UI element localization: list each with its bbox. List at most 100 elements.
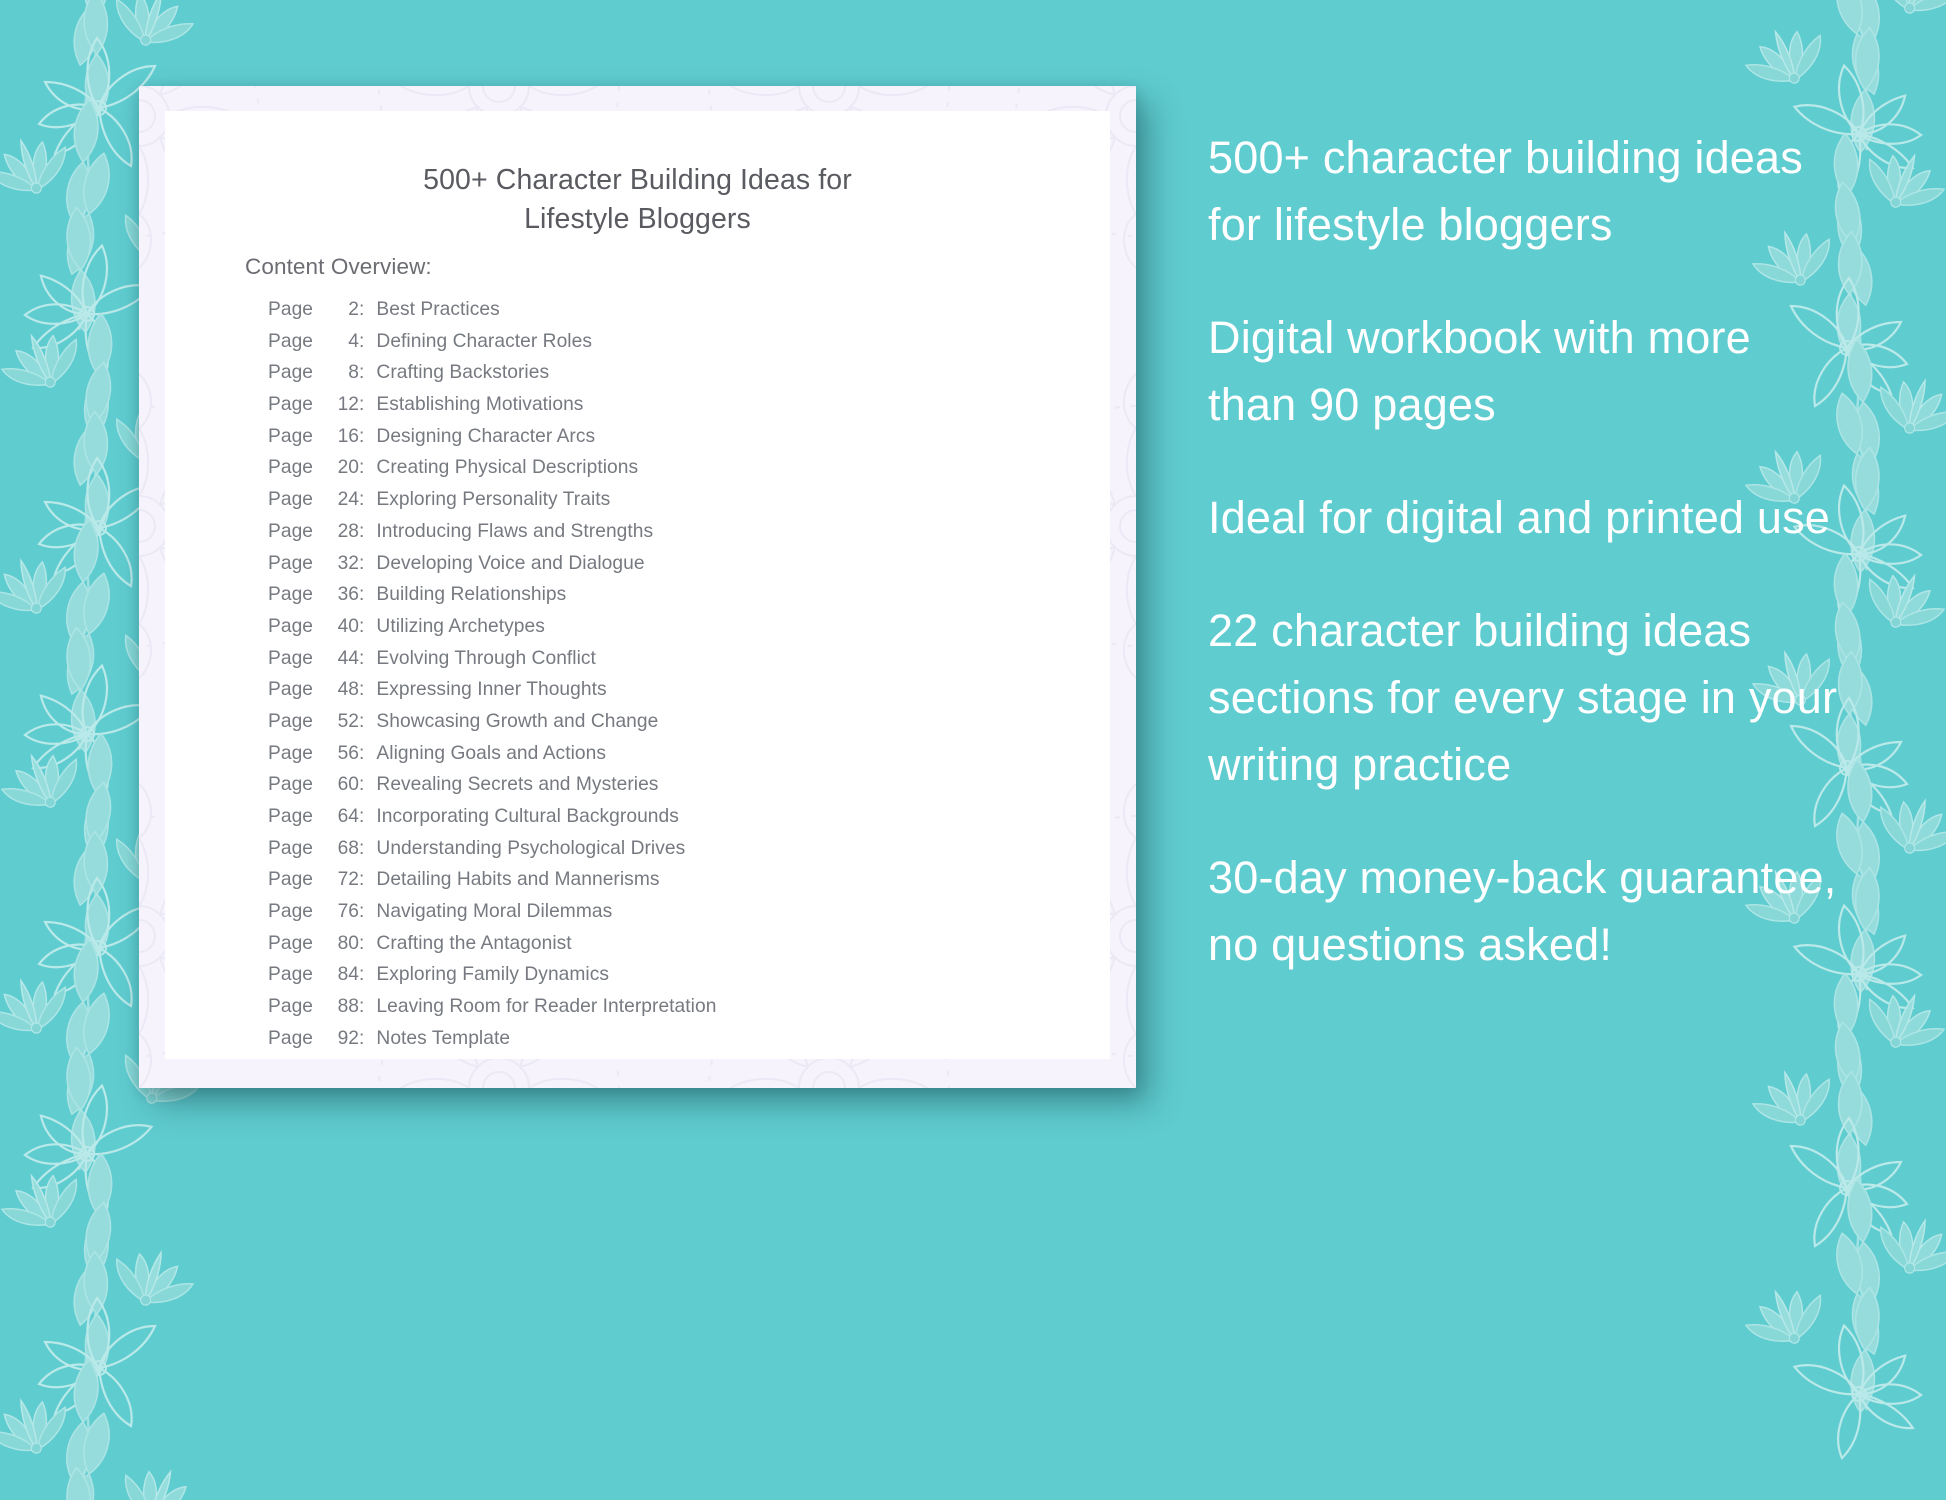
- toc-page-word: Page: [268, 457, 314, 479]
- toc-page-number: 12: [337, 394, 360, 416]
- toc-row[interactable]: Page 24: Exploring Personality Traits: [268, 489, 1088, 521]
- toc-page-word: Page: [268, 299, 314, 320]
- marketing-bullet-column: 500+ character building ideas for lifest…: [1208, 124, 1848, 978]
- toc-section-title: Crafting Backstories: [376, 362, 550, 384]
- toc-row[interactable]: Page 48: Expressing Inner Thoughts: [268, 679, 1088, 711]
- toc-section-title: Revealing Secrets and Mysteries: [376, 774, 659, 796]
- marketing-bullet: 30-day money-back guarantee, no question…: [1208, 852, 1837, 970]
- toc-page-word: Page: [268, 806, 314, 827]
- toc-page-word: Page: [268, 996, 314, 1018]
- toc-row[interactable]: Page 72: Detailing Habits and Mannerisms: [268, 869, 1088, 901]
- toc-page-word: Page: [268, 774, 314, 796]
- document-page: 500+ Character Building Ideas for Lifest…: [165, 111, 1110, 1059]
- toc-separator: :: [359, 837, 365, 859]
- toc-row[interactable]: Page 44: Evolving Through Conflict: [268, 648, 1088, 680]
- toc-row[interactable]: Page 20: Creating Physical Descriptions: [268, 457, 1088, 489]
- toc-row[interactable]: Page 60: Revealing Secrets and Mysteries: [268, 774, 1088, 806]
- marketing-bullet: 500+ character building ideas for lifest…: [1208, 132, 1803, 250]
- toc-page-word: Page: [268, 710, 314, 732]
- toc-section-title: Leaving Room for Reader Interpretation: [376, 996, 717, 1018]
- toc-page-number: 92: [337, 1027, 360, 1049]
- toc-page-word: Page: [268, 869, 314, 891]
- toc-section-title: Aligning Goals and Actions: [376, 742, 606, 764]
- toc-row[interactable]: Page 52: Showcasing Growth and Change: [268, 711, 1088, 743]
- toc-section-title: Crafting the Antagonist: [376, 932, 572, 954]
- toc-page-word: Page: [268, 552, 314, 574]
- toc-separator: :: [359, 330, 365, 352]
- toc-separator: :: [359, 806, 365, 827]
- toc-page-word: Page: [268, 584, 314, 606]
- toc-row[interactable]: Page 36: Building Relationships: [268, 584, 1088, 616]
- toc-section-title: Navigating Moral Dilemmas: [376, 901, 613, 923]
- toc-section-title: Establishing Motivations: [376, 394, 584, 416]
- toc-row[interactable]: Page 12: Establishing Motivations: [268, 394, 1088, 426]
- toc-page-word: Page: [268, 394, 314, 416]
- toc-page-number: 88: [337, 996, 360, 1018]
- toc-row[interactable]: Page 64: Incorporating Cultural Background…: [268, 806, 1088, 838]
- content-overview-label: Content Overview:: [245, 254, 432, 279]
- toc-separator: :: [359, 964, 365, 986]
- toc-separator: :: [359, 1027, 365, 1049]
- toc-page-number: 68: [337, 837, 360, 859]
- document-preview-card[interactable]: 500+ Character Building Ideas for Lifest…: [139, 86, 1136, 1088]
- toc-page-word: Page: [268, 837, 314, 859]
- marketing-bullet: Digital workbook with more than 90 pages: [1208, 312, 1751, 430]
- toc-row[interactable]: Page 16: Designing Character Arcs: [268, 426, 1088, 458]
- toc-separator: :: [359, 299, 365, 320]
- toc-section-title: Detailing Habits and Mannerisms: [376, 869, 660, 891]
- toc-page-number: 28: [337, 520, 360, 542]
- toc-separator: :: [359, 520, 365, 542]
- toc-page-word: Page: [268, 901, 314, 923]
- toc-row[interactable]: Page 68: Understanding Psychological Drive…: [268, 838, 1088, 870]
- page-title: 500+ Character Building Ideas for Lifest…: [423, 164, 852, 235]
- table-of-contents-list: Page 2: Best Practices Page 4: Defining Chara…: [268, 299, 1088, 1059]
- toc-row[interactable]: Page 2: Best Practices: [268, 299, 1088, 331]
- marketing-bullet: Ideal for digital and printed use: [1208, 492, 1831, 543]
- toc-page-number: 60: [337, 774, 360, 796]
- toc-separator: :: [359, 774, 365, 796]
- toc-section-title: Notes Template: [376, 1027, 511, 1049]
- toc-section-title: Introducing Flaws and Strengths: [376, 520, 654, 542]
- toc-page-number: 32: [337, 552, 360, 574]
- toc-page-number: 76: [337, 901, 360, 923]
- toc-row[interactable]: Page 76: Navigating Moral Dilemmas: [268, 901, 1088, 933]
- toc-row[interactable]: Page 28: Introducing Flaws and Strengths: [268, 521, 1088, 553]
- toc-section-title: Creating Physical Descriptions: [376, 457, 639, 479]
- toc-section-title: Incorporating Cultural Backgrounds: [376, 806, 679, 827]
- toc-section-title: Utilizing Archetypes: [376, 615, 545, 637]
- toc-page-number: 84: [337, 964, 360, 986]
- toc-row[interactable]: Page 4: Defining Character Roles: [268, 331, 1088, 363]
- toc-row[interactable]: Page 88: Leaving Room for Reader Interpret…: [268, 996, 1088, 1028]
- toc-section-title: Designing Character Arcs: [376, 425, 596, 447]
- toc-section-title: Exploring Personality Traits: [376, 489, 611, 511]
- toc-page-number: 8: [348, 362, 360, 384]
- toc-separator: :: [359, 457, 365, 479]
- toc-separator: :: [359, 584, 365, 606]
- marketing-bullet: 22 character building ideas sections for…: [1208, 605, 1838, 790]
- toc-separator: :: [359, 552, 365, 574]
- toc-page-number: 56: [337, 742, 360, 764]
- toc-page-word: Page: [268, 330, 314, 352]
- toc-page-number: 16: [337, 425, 360, 447]
- toc-row[interactable]: Page 32: Developing Voice and Dialogue: [268, 553, 1088, 585]
- toc-page-word: Page: [268, 932, 314, 954]
- toc-page-number: 20: [337, 457, 360, 479]
- toc-separator: :: [359, 710, 365, 732]
- toc-separator: :: [359, 932, 365, 954]
- toc-row[interactable]: Page 84: Exploring Family Dynamics: [268, 964, 1088, 996]
- toc-section-title: Exploring Family Dynamics: [376, 964, 610, 986]
- toc-section-title: Showcasing Growth and Change: [376, 710, 659, 732]
- toc-page-number: 52: [337, 710, 360, 732]
- toc-separator: :: [359, 489, 365, 511]
- toc-row[interactable]: Page 40: Utilizing Archetypes: [268, 616, 1088, 648]
- toc-page-word: Page: [268, 1027, 314, 1049]
- toc-page-number: 64: [337, 806, 360, 827]
- toc-row[interactable]: Page 80: Crafting the Antagonist: [268, 933, 1088, 965]
- toc-row[interactable]: Page 92: Notes Template: [268, 1028, 1088, 1059]
- toc-separator: :: [359, 362, 365, 384]
- toc-page-word: Page: [268, 425, 314, 447]
- toc-row[interactable]: Page 8: Crafting Backstories: [268, 362, 1088, 394]
- toc-page-number: 36: [337, 584, 360, 606]
- toc-separator: :: [359, 996, 365, 1018]
- toc-row[interactable]: Page 56: Aligning Goals and Actions: [268, 743, 1088, 775]
